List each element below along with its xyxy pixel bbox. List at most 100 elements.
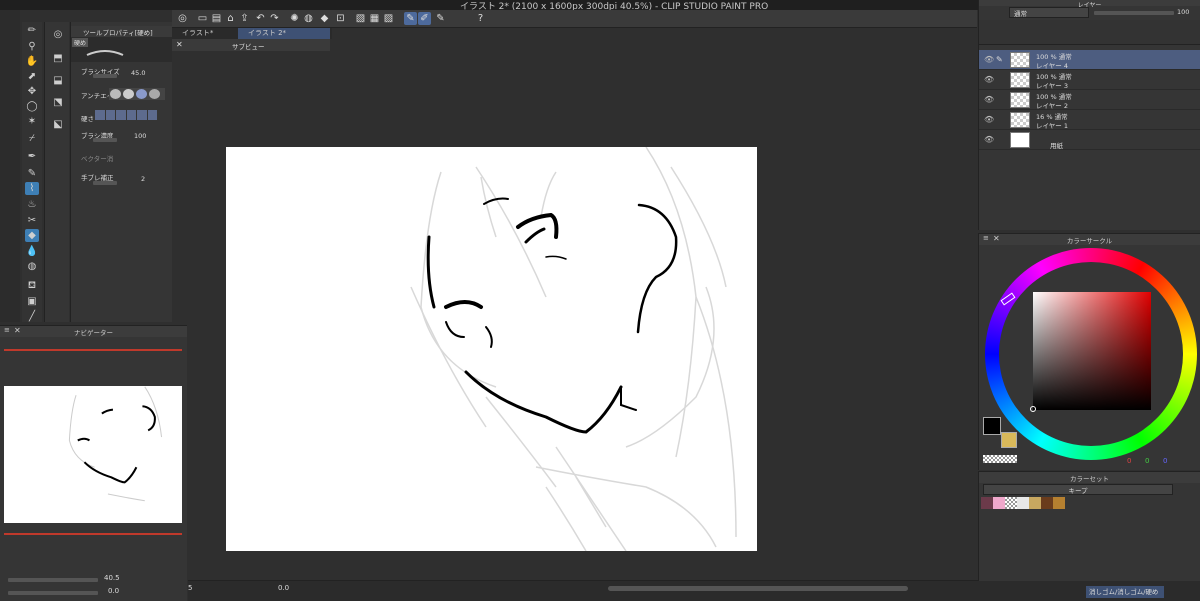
- clear-icon[interactable]: ◍: [302, 12, 315, 25]
- transparent-swatch[interactable]: [983, 455, 1017, 463]
- hide-outside-selection-icon[interactable]: ▧: [354, 12, 367, 25]
- zoom-icon[interactable]: ⚲: [25, 40, 39, 53]
- line-icon[interactable]: ╱: [25, 310, 39, 323]
- density-slider[interactable]: [93, 138, 117, 142]
- navigator-rotation-value[interactable]: 0.0: [108, 587, 119, 595]
- eye-icon[interactable]: 👁: [984, 75, 994, 84]
- subtool-hard-icon[interactable]: ⬒: [51, 52, 65, 65]
- saturation-value-square[interactable]: [1033, 292, 1151, 410]
- blue-value: 0: [1163, 457, 1168, 465]
- navigator-rotation-slider[interactable]: [8, 591, 98, 595]
- redo-icon[interactable]: ↷: [268, 12, 281, 25]
- navigator-title: ナビゲーター: [74, 329, 113, 337]
- density-value[interactable]: 100: [134, 132, 146, 140]
- help-icon[interactable]: ?: [474, 12, 487, 25]
- blend-mode-select[interactable]: 通常: [1009, 7, 1089, 18]
- color-swatch[interactable]: [1017, 497, 1029, 509]
- eye-icon[interactable]: 👁: [984, 115, 994, 124]
- eye-icon[interactable]: 👁: [984, 95, 994, 104]
- layer-row[interactable]: 👁 用紙: [979, 130, 1200, 150]
- sub-color-swatch[interactable]: [1001, 432, 1017, 448]
- antialias-selector[interactable]: [109, 88, 165, 100]
- brush-size-value[interactable]: 45.0: [131, 69, 145, 77]
- layer-thumbnail: [1010, 92, 1030, 108]
- color-swatch[interactable]: [1029, 497, 1041, 509]
- export-icon[interactable]: ⇪: [238, 12, 251, 25]
- color-set-select[interactable]: キープ: [983, 484, 1173, 495]
- gradient-icon[interactable]: ▣: [25, 295, 39, 308]
- pen-tool-icon[interactable]: ✏: [25, 24, 39, 37]
- preset-label: 硬め: [72, 38, 89, 47]
- object-icon[interactable]: ⬈: [25, 70, 39, 83]
- open-file-icon[interactable]: ▤: [210, 12, 223, 25]
- layer-row[interactable]: 👁 100 % 通常 レイヤー 3: [979, 70, 1200, 90]
- eraser-icon[interactable]: ◆: [25, 229, 39, 242]
- color-picker-handle[interactable]: [1030, 406, 1036, 412]
- eye-icon[interactable]: 👁: [984, 135, 994, 144]
- loading-icon[interactable]: ✺: [288, 12, 301, 25]
- subtool-eraser-icon[interactable]: ◎: [51, 28, 65, 41]
- save-icon[interactable]: ⌂: [224, 12, 237, 25]
- blend-icon[interactable]: 💧: [25, 245, 39, 258]
- airbrush-icon[interactable]: ♨: [25, 198, 39, 211]
- undo-icon[interactable]: ↶: [254, 12, 267, 25]
- tab-document-2[interactable]: イラスト 2*: [238, 28, 330, 39]
- drawing-canvas[interactable]: [226, 146, 757, 552]
- navigator-zoom-value[interactable]: 40.5: [104, 574, 120, 582]
- brush-icon[interactable]: ⌇: [25, 182, 39, 195]
- layer-row[interactable]: 👁 100 % 通常 レイヤー 2: [979, 90, 1200, 110]
- navigator-preview[interactable]: [4, 386, 182, 523]
- color-swatch[interactable]: [981, 497, 993, 509]
- subtool-rough-icon[interactable]: ⬔: [51, 96, 65, 109]
- pencil-icon[interactable]: ✎: [25, 167, 39, 180]
- ruler-snap-icon[interactable]: ✐: [418, 12, 431, 25]
- special-ruler-icon[interactable]: ✎: [434, 12, 447, 25]
- stabilization-value[interactable]: 2: [141, 175, 145, 183]
- deselect-icon[interactable]: ▦: [368, 12, 381, 25]
- pen-snap-icon[interactable]: ✎: [404, 12, 417, 25]
- left-gutter: [0, 0, 20, 322]
- transform-icon[interactable]: ⊡: [334, 12, 347, 25]
- subtool-vector-icon[interactable]: ⬕: [51, 118, 65, 131]
- new-file-icon[interactable]: ▭: [196, 12, 209, 25]
- brush-size-slider[interactable]: [93, 74, 117, 78]
- color-swatch[interactable]: [1053, 497, 1065, 509]
- subtool-soft-icon[interactable]: ⬓: [51, 74, 65, 87]
- angle-readout[interactable]: 0.0: [278, 584, 289, 592]
- fill-tool-icon[interactable]: ◍: [25, 260, 39, 273]
- document-tabs: イラスト* イラスト 2*: [172, 28, 332, 39]
- horizontal-scrollbar[interactable]: [608, 586, 908, 591]
- magic-wand-icon[interactable]: ✶: [25, 115, 39, 128]
- layer-thumbnail: [1010, 52, 1030, 68]
- stabilization-slider[interactable]: [93, 181, 117, 185]
- sub-tool-palette: ◎ ⬒ ⬓ ⬔ ⬕: [44, 22, 69, 322]
- navigator-zoom-slider[interactable]: [8, 578, 98, 582]
- invert-selection-icon[interactable]: ▨: [382, 12, 395, 25]
- zoom-readout[interactable]: 5: [188, 584, 192, 592]
- close-icon[interactable]: ✕: [176, 40, 183, 49]
- color-swatch[interactable]: [1041, 497, 1053, 509]
- color-swatch[interactable]: [993, 497, 1005, 509]
- brush-preview: [86, 50, 124, 56]
- lasso-icon[interactable]: ◯: [25, 100, 39, 113]
- color-swatch[interactable]: [1005, 497, 1017, 509]
- opacity-slider[interactable]: [1094, 11, 1174, 15]
- clip-studio-icon[interactable]: ◎: [176, 12, 189, 25]
- opacity-value[interactable]: 100: [1177, 8, 1189, 16]
- current-subtool[interactable]: 消しゴム/消しゴム/硬め: [1086, 586, 1164, 598]
- decoration-icon[interactable]: ✂: [25, 214, 39, 227]
- hardness-selector[interactable]: [95, 110, 157, 120]
- move-icon[interactable]: ✥: [25, 85, 39, 98]
- layer-row[interactable]: 👁 16 % 通常 レイヤー 1: [979, 110, 1200, 130]
- pen-icon[interactable]: ✒: [25, 150, 39, 163]
- tab-document-1[interactable]: イラスト*: [172, 28, 238, 39]
- hand-icon[interactable]: ✋: [25, 55, 39, 68]
- layer-toolbar: [979, 20, 1200, 45]
- eyedropper-icon[interactable]: ⌿: [25, 132, 39, 145]
- red-value: 0: [1127, 457, 1132, 465]
- layer-row[interactable]: 👁 ✎ 100 % 通常 レイヤー 4: [979, 50, 1200, 70]
- eye-icon[interactable]: 👁: [984, 55, 994, 64]
- fill-icon[interactable]: ◆: [318, 12, 331, 25]
- main-color-swatch[interactable]: [983, 417, 1001, 435]
- bucket-icon[interactable]: ⛾: [25, 280, 39, 293]
